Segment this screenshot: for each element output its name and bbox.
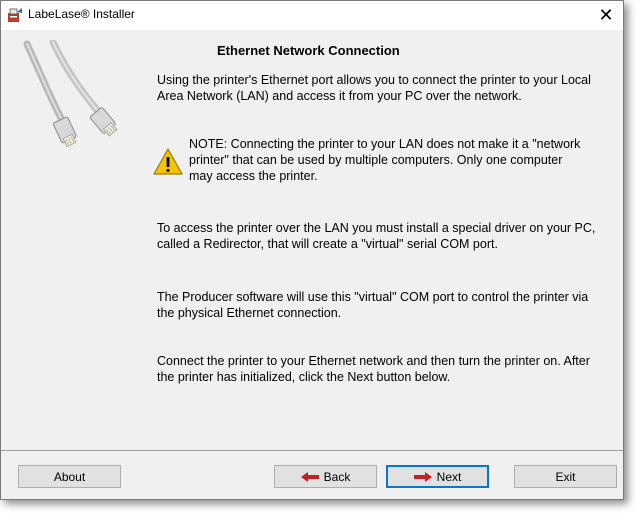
button-bar: About Back Next Exit [1,450,623,499]
about-label: About [53,469,86,484]
instruction-paragraph: Connect the printer to your Ethernet net… [157,354,590,384]
next-label: Next [436,469,462,484]
next-button[interactable]: Next [386,465,489,488]
note-text: NOTE: Connecting the printer to your LAN… [189,137,581,183]
close-icon: ✕ [598,4,614,25]
back-label: Back [323,469,351,484]
com-port-paragraph: The Producer software will use this "vir… [157,290,589,320]
intro-paragraph: Using the printer's Ethernet port allows… [157,73,591,103]
redirector-paragraph: To access the printer over the LAN you m… [157,221,596,251]
about-button[interactable]: About [18,465,121,488]
warning-icon [153,148,183,175]
page-title: Ethernet Network Connection [217,43,400,58]
window-title: LabeLase® Installer [28,7,135,21]
installer-window: LabeLase® Installer ✕ Ethernet Network C… [0,0,624,500]
title-bar[interactable]: LabeLase® Installer ✕ [1,1,623,29]
left-arrow-icon [300,471,319,482]
exit-button[interactable]: Exit [514,465,617,488]
ethernet-cable-image [23,40,118,148]
right-arrow-icon [413,471,432,482]
back-button[interactable]: Back [274,465,377,488]
installer-icon [8,8,22,22]
close-button[interactable]: ✕ [589,1,623,29]
main-panel: Ethernet Network Connection Using the pr… [1,30,623,450]
exit-label: Exit [555,469,576,484]
